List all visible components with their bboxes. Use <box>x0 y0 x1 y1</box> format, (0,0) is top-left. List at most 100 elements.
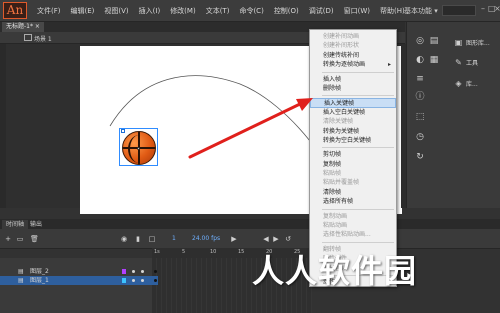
layer-visibility-dot[interactable] <box>141 270 144 273</box>
context-menu-item: 复制动画 <box>310 212 396 221</box>
component-icon: ◈ <box>455 78 462 88</box>
context-menu-item-label: 插入帧 <box>323 75 342 83</box>
menu-separator <box>322 147 394 149</box>
close-icon[interactable]: × <box>494 4 500 16</box>
color-icon[interactable]: ◐ <box>415 55 425 65</box>
menu-bar: 文件(F) 编辑(E) 视图(V) 插入(I) 修改(M) 文本(T) 命令(C) 控制(O)… <box>32 0 410 22</box>
context-menu-item[interactable]: 转换为关键帧 <box>310 127 396 136</box>
frame-row[interactable] <box>152 276 158 285</box>
scene-label[interactable]: 场景 1 <box>34 34 52 43</box>
history-icon[interactable]: ◷ <box>415 132 425 142</box>
new-layer-icon[interactable]: + <box>4 235 12 243</box>
panel-button-library[interactable]: ◈ 库... <box>454 76 498 90</box>
context-menu-item: 创建补间形状 <box>310 41 396 50</box>
transform-point-icon[interactable] <box>137 147 140 150</box>
motion-presets-icon[interactable]: ↻ <box>415 152 425 162</box>
menu-separator <box>322 95 394 97</box>
properties-icon[interactable]: ◎ <box>415 36 425 46</box>
context-menu-item[interactable]: 插入空白关键帧 <box>310 108 396 117</box>
delete-layer-icon[interactable]: 🗑 <box>30 235 39 243</box>
context-menu-item-label: 剪切帧 <box>323 151 342 159</box>
app-logo: An <box>3 2 27 19</box>
layer-row[interactable]: ▤ 图层_2 <box>0 267 152 276</box>
minimize-icon[interactable]: – <box>481 4 487 16</box>
show-layers-icon[interactable]: ◉ <box>120 235 128 243</box>
menu-item[interactable]: 修改(M) <box>165 6 201 16</box>
document-tab[interactable]: 无标题-1* × <box>2 22 44 32</box>
menu-item[interactable]: 编辑(E) <box>66 6 100 16</box>
current-frame-field[interactable]: 1 <box>172 235 176 242</box>
context-menu-item-label: 选择性粘贴动画... <box>323 231 371 239</box>
new-folder-icon[interactable]: ▭ <box>16 235 24 243</box>
tab-output[interactable]: 输出 <box>26 220 46 229</box>
lock-layers-icon[interactable]: ▮ <box>134 235 142 243</box>
context-menu-item-label: 粘贴并覆盖帧 <box>323 179 360 187</box>
image-icon: ▣ <box>454 37 463 47</box>
layer-icon: ▤ <box>18 277 24 284</box>
context-menu-item-label: 选择所有帧 <box>323 198 354 206</box>
menu-item[interactable]: 命令(C) <box>234 6 268 16</box>
outline-layers-icon[interactable]: □ <box>148 235 156 243</box>
ruler-label: 5 <box>182 249 186 255</box>
context-menu-item: 粘贴并覆盖帧 <box>310 178 396 187</box>
context-menu-item-label: 转换为逐帧动画 <box>323 61 366 69</box>
step-forward-icon[interactable]: ▶ <box>272 235 280 243</box>
context-menu-item-label: 删除帧 <box>323 84 342 92</box>
layer-visibility-dot[interactable] <box>132 270 135 273</box>
search-input[interactable] <box>442 5 476 16</box>
context-menu-item-label: 复制帧 <box>323 160 342 168</box>
context-menu-item-label: 转换为空白关键帧 <box>323 136 372 144</box>
context-menu-item[interactable]: 复制帧 <box>310 160 396 169</box>
library-icon[interactable]: ▤ <box>429 36 439 46</box>
menu-item[interactable]: 窗口(W) <box>339 6 375 16</box>
right-panel-dock: ◎ ▤ ◐ ▦ ≡ ⓘ ⬚ ◷ ↻ <box>406 22 500 208</box>
context-menu-item[interactable]: 剪切帧 <box>310 150 396 159</box>
layer-name: 图层_2 <box>30 268 49 275</box>
tab-timeline[interactable]: 时间轴 <box>2 220 29 229</box>
context-menu-item[interactable]: 清除帧 <box>310 188 396 197</box>
layer-color-swatch[interactable] <box>122 278 126 283</box>
context-menu-item-label: 粘贴帧 <box>323 170 342 178</box>
context-menu-item: 创建补间动画 <box>310 32 396 41</box>
swatches-icon[interactable]: ▦ <box>429 55 439 65</box>
workspace-selector[interactable]: 基本功能 ▾ <box>404 6 438 16</box>
align-icon[interactable]: ≡ <box>415 74 425 84</box>
layer-icon: ▤ <box>18 268 24 275</box>
context-menu-item[interactable]: 转换为逐帧动画 ▸ <box>310 60 396 69</box>
menu-item[interactable]: 插入(I) <box>134 6 166 16</box>
layer-list: ▤ 图层_2 ▤ 图层_1 <box>0 258 152 313</box>
layer-name: 图层_1 <box>30 277 49 284</box>
keyframe-marker[interactable] <box>154 270 157 273</box>
fps-field[interactable]: 24.00 fps <box>192 235 220 242</box>
context-menu-item[interactable]: 选择所有帧 <box>310 197 396 206</box>
info-icon[interactable]: ⓘ <box>415 92 425 102</box>
menu-item[interactable]: 调试(D) <box>304 6 339 16</box>
layer-visibility-dot[interactable] <box>132 279 135 282</box>
context-menu-item[interactable]: 插入帧 <box>310 75 396 84</box>
panel-button-tools[interactable]: ✎ 工具 <box>454 55 498 69</box>
menu-separator <box>322 71 394 73</box>
context-menu-item: 粘贴动画 <box>310 221 396 230</box>
step-back-icon[interactable]: ◀ <box>262 235 270 243</box>
menu-item[interactable]: 控制(O) <box>269 6 304 16</box>
layer-row[interactable]: ▤ 图层_1 <box>0 276 152 285</box>
play-icon[interactable]: ▶ <box>230 235 238 243</box>
timeline-toolbar: + ▭ 🗑 ◉ ▮ □ ▶ ◀ ▶ ↺ <box>0 229 500 249</box>
tools-icon: ✎ <box>455 57 462 67</box>
panel-button-images[interactable]: ▣ 图形库... <box>454 35 498 49</box>
registration-point-icon <box>121 129 125 133</box>
menu-item[interactable]: 文件(F) <box>32 6 66 16</box>
frame-row[interactable] <box>152 267 158 276</box>
keyframe-marker[interactable] <box>154 279 157 282</box>
menu-item[interactable]: 视图(V) <box>99 6 133 16</box>
context-menu-item-label: 粘贴动画 <box>323 222 348 230</box>
context-menu-item[interactable]: 创建传统补间 <box>310 51 396 60</box>
transform-icon[interactable]: ⬚ <box>415 112 425 122</box>
menu-item[interactable]: 文本(T) <box>201 6 235 16</box>
loop-icon[interactable]: ↺ <box>284 235 292 243</box>
layer-color-swatch[interactable] <box>122 269 126 274</box>
context-menu-item[interactable]: 删除帧 <box>310 84 396 93</box>
layer-visibility-dot[interactable] <box>141 279 144 282</box>
context-menu-item[interactable]: 转换为空白关键帧 <box>310 136 396 145</box>
context-menu-item[interactable]: 插入关键帧 <box>310 98 396 108</box>
